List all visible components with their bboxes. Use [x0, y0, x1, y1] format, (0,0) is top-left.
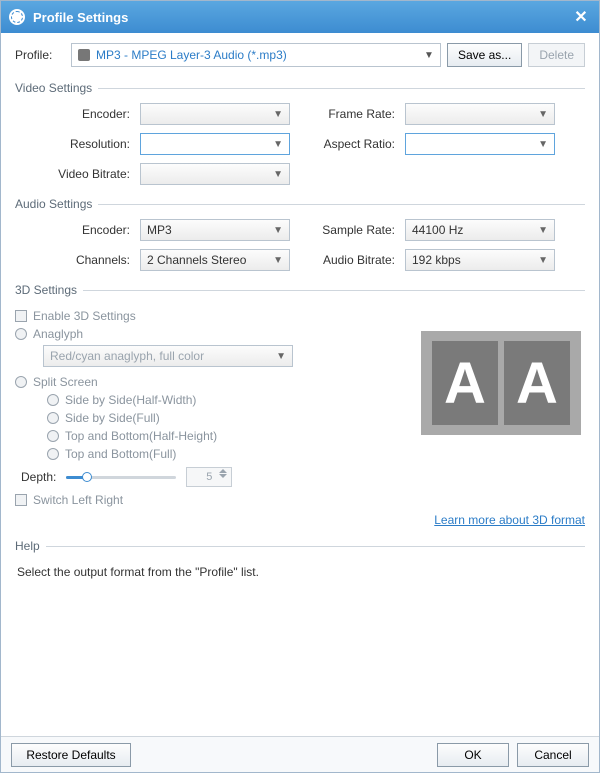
radio-icon [47, 448, 59, 460]
chevron-down-icon: ▼ [538, 139, 548, 150]
sample-rate-select[interactable]: 44100 Hz▼ [405, 219, 555, 241]
3d-preview: A A [421, 331, 581, 435]
video-encoder-label: Encoder: [15, 107, 140, 121]
chevron-up-icon [219, 469, 227, 473]
cancel-button[interactable]: Cancel [517, 743, 589, 767]
titlebar: Profile Settings ✕ [1, 1, 599, 33]
preview-right: A [504, 341, 570, 425]
chevron-down-icon: ▼ [273, 255, 283, 266]
sample-rate-label: Sample Rate: [290, 223, 405, 237]
help-group: Help Select the output format from the "… [15, 539, 585, 589]
resolution-select[interactable]: ▼ [140, 133, 290, 155]
depth-label: Depth: [21, 470, 56, 484]
3d-settings-group: 3D Settings Enable 3D Settings Anaglyph … [15, 283, 585, 533]
checkbox-icon [15, 494, 27, 506]
chevron-down-icon [219, 474, 227, 478]
depth-spinner[interactable]: 5 [186, 467, 232, 487]
audio-bitrate-select[interactable]: 192 kbps▼ [405, 249, 555, 271]
anaglyph-radio[interactable]: Anaglyph [15, 327, 375, 341]
ok-button[interactable]: OK [437, 743, 509, 767]
3d-legend: 3D Settings [15, 283, 83, 297]
mp3-icon [78, 49, 90, 61]
channels-select[interactable]: 2 Channels Stereo▼ [140, 249, 290, 271]
profile-value: MP3 - MPEG Layer-3 Audio (*.mp3) [96, 48, 287, 62]
save-as-button[interactable]: Save as... [447, 43, 522, 67]
profile-settings-window: Profile Settings ✕ Profile: MP3 - MPEG L… [0, 0, 600, 773]
video-legend: Video Settings [15, 81, 98, 95]
profile-select[interactable]: MP3 - MPEG Layer-3 Audio (*.mp3) ▼ [71, 43, 441, 67]
window-title: Profile Settings [33, 10, 128, 25]
radio-icon [47, 412, 59, 424]
checkbox-icon [15, 310, 27, 322]
audio-encoder-select[interactable]: MP3▼ [140, 219, 290, 241]
enable-3d-checkbox[interactable]: Enable 3D Settings [15, 309, 375, 323]
frame-rate-select[interactable]: ▼ [405, 103, 555, 125]
audio-encoder-label: Encoder: [15, 223, 140, 237]
chevron-down-icon: ▼ [538, 109, 548, 120]
resolution-label: Resolution: [15, 137, 140, 151]
help-text: Select the output format from the "Profi… [15, 561, 585, 583]
radio-icon [47, 430, 59, 442]
video-bitrate-select[interactable]: ▼ [140, 163, 290, 185]
anaglyph-mode-select[interactable]: Red/cyan anaglyph, full color▼ [43, 345, 293, 367]
radio-icon [15, 328, 27, 340]
channels-label: Channels: [15, 253, 140, 267]
chevron-down-icon: ▼ [273, 169, 283, 180]
depth-slider[interactable] [66, 470, 176, 484]
slider-thumb-icon [82, 472, 92, 482]
sbs-full-radio[interactable]: Side by Side(Full) [47, 411, 375, 425]
video-settings-group: Video Settings Encoder: ▼ Frame Rate: ▼ … [15, 81, 585, 191]
video-encoder-select[interactable]: ▼ [140, 103, 290, 125]
chevron-down-icon: ▼ [538, 255, 548, 266]
switch-left-right-checkbox[interactable]: Switch Left Right [15, 493, 375, 507]
tb-half-radio[interactable]: Top and Bottom(Half-Height) [47, 429, 375, 443]
tb-full-radio[interactable]: Top and Bottom(Full) [47, 447, 375, 461]
chevron-down-icon: ▼ [276, 351, 286, 362]
help-legend: Help [15, 539, 46, 553]
aspect-ratio-select[interactable]: ▼ [405, 133, 555, 155]
chevron-down-icon: ▼ [273, 225, 283, 236]
learn-more-link[interactable]: Learn more about 3D format [15, 513, 585, 527]
audio-settings-group: Audio Settings Encoder: MP3▼ Sample Rate… [15, 197, 585, 277]
radio-icon [47, 394, 59, 406]
chevron-down-icon: ▼ [538, 225, 548, 236]
video-bitrate-label: Video Bitrate: [15, 167, 140, 181]
frame-rate-label: Frame Rate: [290, 107, 405, 121]
close-icon[interactable]: ✕ [571, 7, 591, 27]
radio-icon [15, 376, 27, 388]
chevron-down-icon: ▼ [273, 139, 283, 150]
audio-legend: Audio Settings [15, 197, 98, 211]
profile-label: Profile: [15, 48, 65, 62]
aspect-ratio-label: Aspect Ratio: [290, 137, 405, 151]
chevron-down-icon: ▼ [424, 50, 434, 61]
delete-button: Delete [528, 43, 585, 67]
app-icon [9, 9, 25, 25]
preview-left: A [432, 341, 498, 425]
chevron-down-icon: ▼ [273, 109, 283, 120]
sbs-half-radio[interactable]: Side by Side(Half-Width) [47, 393, 375, 407]
footer: Restore Defaults OK Cancel [1, 736, 599, 772]
audio-bitrate-label: Audio Bitrate: [290, 253, 405, 267]
split-screen-radio[interactable]: Split Screen [15, 375, 375, 389]
restore-defaults-button[interactable]: Restore Defaults [11, 743, 131, 767]
